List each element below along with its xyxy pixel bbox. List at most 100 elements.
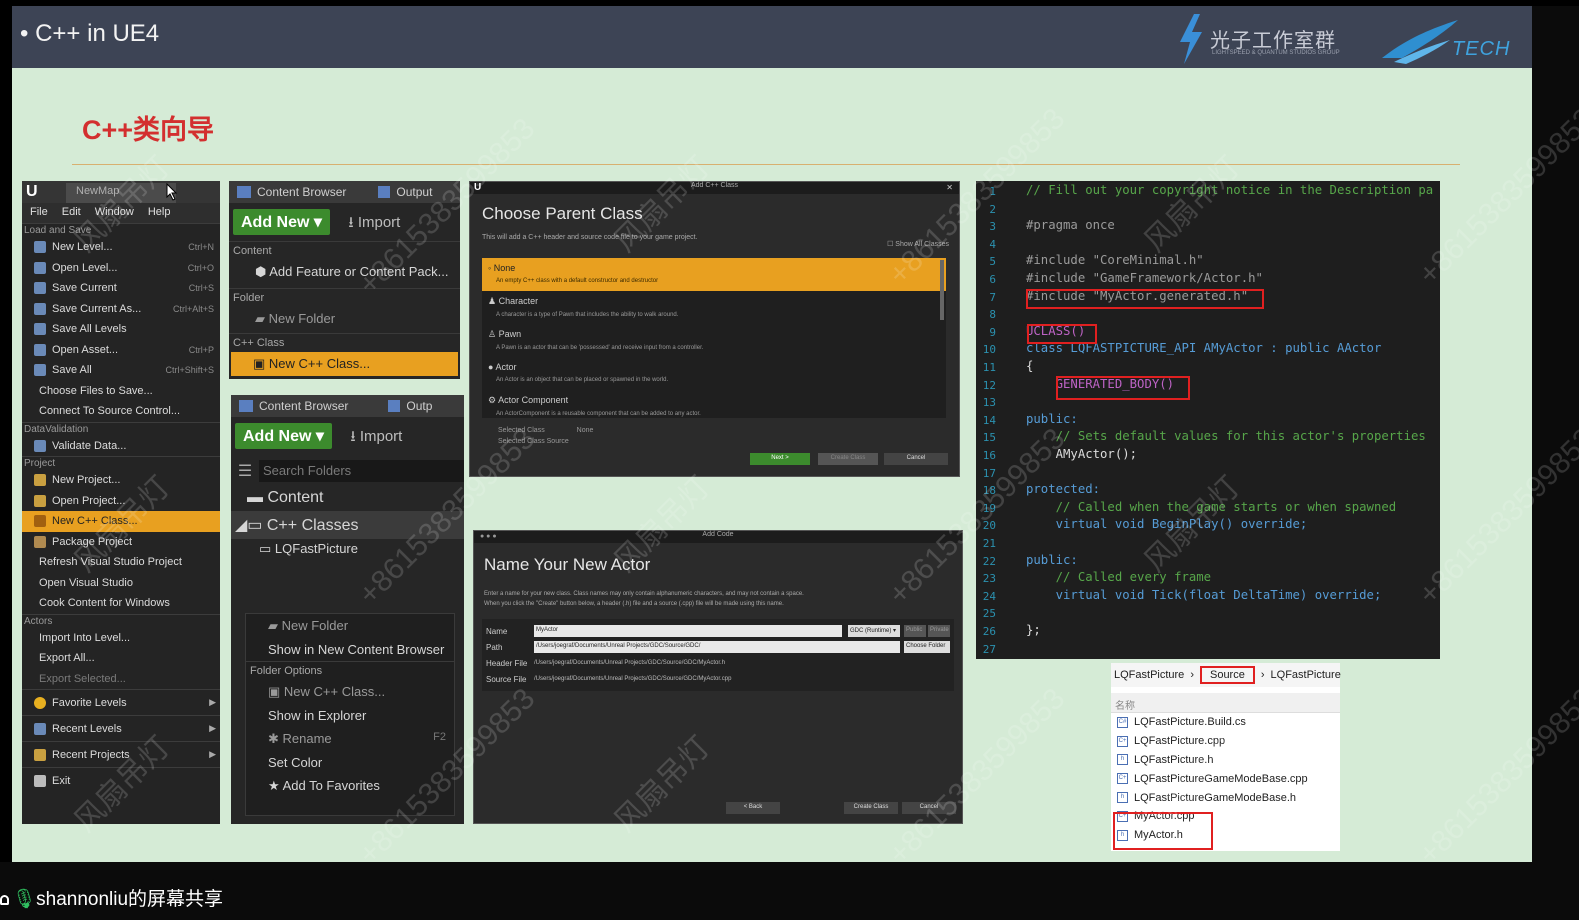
class-name-input[interactable]: MyActor xyxy=(534,625,842,637)
breadcrumb-item[interactable]: LQFastPicture xyxy=(1114,669,1184,681)
menu-item-export-selected[interactable]: Export Selected... xyxy=(22,669,220,690)
code-line[interactable]: }; xyxy=(1026,623,1041,637)
menu-item-validate-data[interactable]: Validate Data... xyxy=(22,436,220,457)
file-item[interactable]: h LQFastPicture.h xyxy=(1111,751,1340,770)
menu-item-new-cpp-class[interactable]: New C++ Class... xyxy=(22,511,220,532)
class-option-actor[interactable]: ● Actor An Actor is an object that can be… xyxy=(482,357,946,390)
private-toggle[interactable]: Private xyxy=(928,625,950,637)
menu-item-cook-content[interactable]: Cook Content for Windows xyxy=(22,593,220,614)
add-new-button[interactable]: Add New ▾ xyxy=(235,423,332,449)
menu-item-refresh-vs[interactable]: Refresh Visual Studio Project xyxy=(22,552,220,573)
menu-item-recent-projects[interactable]: Recent Projects ▶ xyxy=(22,741,220,767)
ctx-add-to-favorites[interactable]: ★ Add To Favorites xyxy=(246,774,454,798)
menu-item-source-control[interactable]: Connect To Source Control... xyxy=(22,401,220,422)
mouse-cursor-icon xyxy=(166,183,178,201)
code-line[interactable]: virtual void BeginPlay() override; xyxy=(1026,517,1308,531)
ctx-new-folder[interactable]: ▰ New Folder xyxy=(246,614,454,638)
code-line[interactable]: // Called when the game starts or when s… xyxy=(1026,500,1397,514)
menu-window[interactable]: Window xyxy=(95,206,134,223)
menu-edit[interactable]: Edit xyxy=(62,206,81,223)
cancel-button[interactable]: Cancel xyxy=(902,802,956,814)
menu-item-save-all-levels[interactable]: Save All Levels xyxy=(22,319,220,340)
code-line[interactable]: public: xyxy=(1026,412,1078,426)
import-button[interactable]: ⭳ Import xyxy=(350,426,402,451)
menu-item-favorite-levels[interactable]: Favorite Levels ▶ xyxy=(22,689,220,715)
create-class-button[interactable]: Create Class xyxy=(844,802,898,814)
scrollbar[interactable] xyxy=(940,260,944,320)
public-toggle[interactable]: Public xyxy=(904,625,926,637)
breadcrumb-item-source[interactable]: Source xyxy=(1199,666,1255,684)
menu-item-recent-levels[interactable]: Recent Levels ▶ xyxy=(22,715,220,741)
menu-item-save-current[interactable]: Save Current Ctrl+S xyxy=(22,278,220,299)
tab-output[interactable]: Outp xyxy=(406,399,432,413)
tab-content-browser[interactable]: Content Browser xyxy=(259,399,348,413)
code-line[interactable]: // Called every frame xyxy=(1026,570,1211,584)
class-option-actor-component[interactable]: ⚙ Actor Component An ActorComponent is a … xyxy=(482,390,946,423)
column-header-name[interactable]: 名称 xyxy=(1111,693,1340,713)
menu-item-export-all[interactable]: Export All... xyxy=(22,648,220,669)
menu-item-exit[interactable]: Exit xyxy=(22,767,220,793)
menu-help[interactable]: Help xyxy=(148,206,171,223)
cancel-button[interactable]: Cancel xyxy=(884,453,948,465)
add-new-button[interactable]: Add New ▾ xyxy=(233,209,330,235)
module-select[interactable]: GDC (Runtime) ▾ xyxy=(848,625,900,637)
menu-item-open-asset[interactable]: Open Asset... Ctrl+P xyxy=(22,340,220,361)
menu-item-new-level[interactable]: New Level... Ctrl+N xyxy=(22,237,220,258)
code-line[interactable]: // Fill out your copyright notice in the… xyxy=(1026,183,1433,197)
menu-item-package-project[interactable]: Package Project xyxy=(22,532,220,553)
menu-item-label: Export All... xyxy=(39,652,95,665)
window-controls-icon[interactable]: ● ● ● xyxy=(480,533,497,540)
next-button[interactable]: Next > xyxy=(750,453,810,465)
menu-item-save-all[interactable]: Save All Ctrl+Shift+S xyxy=(22,360,220,381)
tab-output[interactable]: Output xyxy=(396,185,432,199)
file-item[interactable]: C+ LQFastPicture.cpp xyxy=(1111,732,1340,751)
ctx-set-color[interactable]: Set Color xyxy=(246,751,454,774)
ctx-show-in-cb[interactable]: Show in New Content Browser xyxy=(246,638,454,661)
file-item[interactable]: h LQFastPictureGameModeBase.h xyxy=(1111,788,1340,807)
show-all-classes-toggle[interactable]: ☐ Show All Classes xyxy=(887,240,949,248)
menu-file[interactable]: File xyxy=(30,206,48,223)
menu-item-save-current-as[interactable]: Save Current As... Ctrl+Alt+S xyxy=(22,299,220,320)
class-option-character[interactable]: ♟ Character A character is a type of Pawn… xyxy=(482,291,946,324)
code-line[interactable]: virtual void Tick(float DeltaTime) overr… xyxy=(1026,588,1382,602)
menu-item-new-folder[interactable]: ▰ New Folder xyxy=(229,307,460,331)
path-input[interactable]: /Users/joegraf/Documents/Unreal Projects… xyxy=(534,641,900,653)
code-line[interactable]: // Sets default values for this actor's … xyxy=(1026,429,1426,443)
code-line[interactable]: AMyActor(); xyxy=(1026,447,1137,461)
code-line[interactable]: public: xyxy=(1026,553,1078,567)
close-icon[interactable]: ✕ xyxy=(946,183,953,192)
ctx-rename[interactable]: ✱ Rename F2 xyxy=(246,727,454,751)
code-line[interactable]: #include "CoreMinimal.h" xyxy=(1026,253,1204,267)
folder-content[interactable]: ▬ Content xyxy=(231,483,464,511)
menu-item-open-project[interactable]: Open Project... xyxy=(22,491,220,512)
menu-item-new-project[interactable]: New Project... xyxy=(22,470,220,491)
ctx-show-in-explorer[interactable]: Show in Explorer xyxy=(246,704,454,727)
code-line[interactable]: #include "GameFramework/Actor.h" xyxy=(1026,271,1263,285)
create-class-button[interactable]: Create Class xyxy=(818,453,878,465)
code-line[interactable]: #pragma once xyxy=(1026,218,1115,232)
back-button[interactable]: < Back xyxy=(726,802,780,814)
search-folders-input[interactable]: Search Folders xyxy=(259,460,464,482)
code-line[interactable]: { xyxy=(1026,359,1033,373)
menu-item-open-vs[interactable]: Open Visual Studio xyxy=(22,573,220,594)
menu-item-choose-files[interactable]: Choose Files to Save... xyxy=(22,381,220,402)
ctx-new-cpp-class[interactable]: ▣ New C++ Class... xyxy=(246,680,454,704)
choose-folder-button[interactable]: Choose Folder xyxy=(904,641,950,653)
class-option-none[interactable]: ◦ None An empty C++ class with a default … xyxy=(482,258,946,291)
option-desc: An ActorComponent is a reusable componen… xyxy=(496,411,701,417)
menu-item-new-cpp-class[interactable]: ▣ New C++ Class... xyxy=(231,352,458,376)
folder-lqfastpicture[interactable]: ▭ LQFastPicture xyxy=(231,539,464,561)
breadcrumb-item[interactable]: LQFastPicture xyxy=(1271,669,1341,681)
code-line[interactable]: protected: xyxy=(1026,482,1100,496)
tab-content-browser[interactable]: Content Browser xyxy=(257,185,346,199)
import-button[interactable]: ⭳ Import xyxy=(348,212,400,237)
folder-cpp-classes[interactable]: ◢▭ C++ Classes xyxy=(231,511,464,539)
file-item[interactable]: C+ LQFastPictureGameModeBase.cpp xyxy=(1111,769,1340,788)
sources-toggle-icon[interactable]: ☰ xyxy=(231,461,259,481)
file-item[interactable]: C# LQFastPicture.Build.cs xyxy=(1111,713,1340,732)
map-tab[interactable]: NewMap xyxy=(66,183,176,203)
menu-item-add-feature[interactable]: ⬢ Add Feature or Content Pack... xyxy=(229,260,460,284)
class-option-pawn[interactable]: ♙ Pawn A Pawn is an actor that can be 'po… xyxy=(482,324,946,357)
menu-item-import-into-level[interactable]: Import Into Level... xyxy=(22,628,220,649)
menu-item-open-level[interactable]: Open Level... Ctrl+O xyxy=(22,258,220,279)
